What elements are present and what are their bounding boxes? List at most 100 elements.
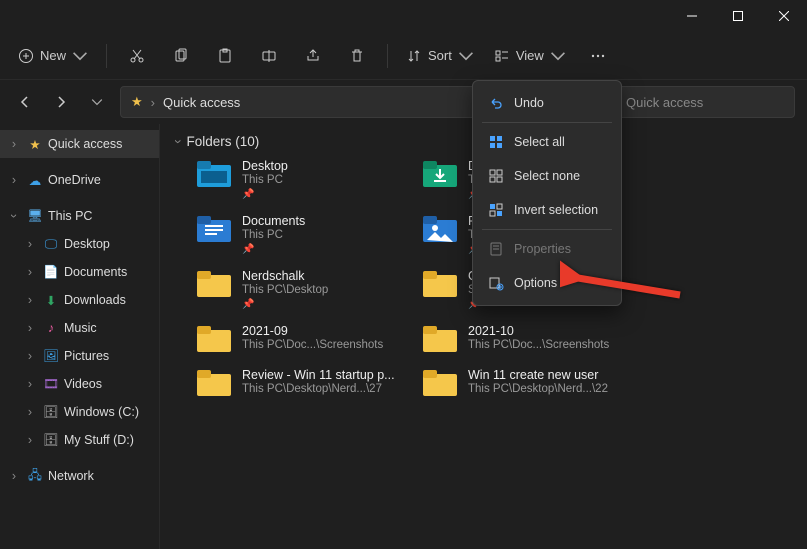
sidebar-item-pictures[interactable]: ›🖼Pictures [0,342,159,370]
sidebar-item-label: Pictures [64,349,109,363]
sidebar-item-documents[interactable]: ›📄Documents [0,258,159,286]
share-icon [305,48,321,64]
sidebar-item-videos[interactable]: ›🎞Videos [0,370,159,398]
folder-item[interactable]: NerdschalkThis PC\Desktop 📌 [196,269,406,310]
folder-item[interactable]: 2021-09This PC\Doc...\Screenshots [196,324,406,354]
invert-selection-icon [488,202,504,218]
select-all-icon [488,134,504,150]
toolbar: New Sort View [0,32,807,80]
chevron-down-icon [458,48,474,64]
folder-icon [422,269,458,299]
delete-button[interactable] [337,39,377,73]
pin-icon: 📌 [242,299,328,310]
chevron-down-icon [72,48,88,64]
options-icon [488,275,504,291]
minimize-button[interactable] [669,0,715,32]
ctx-label: Undo [514,96,544,110]
undo-icon [488,95,504,111]
chevron-down-icon: › [171,139,186,144]
sidebar-item-quick-access[interactable]: › ★ Quick access [0,130,159,158]
sidebar-item-network[interactable]: › 🖧 Network [0,462,159,490]
folder-icon [422,324,458,354]
ctx-select-none[interactable]: Select none [478,159,616,193]
section-title: Folders (10) [187,134,260,149]
folder-icon [422,159,458,189]
folder-icon [422,214,458,244]
sidebar-item-label: Quick access [48,137,122,151]
new-button[interactable]: New [10,39,96,73]
folder-name: Review - Win 11 startup p... [242,368,395,382]
recent-dropdown[interactable] [84,89,110,115]
sidebar-item-label: Desktop [64,237,110,251]
sidebar-item-mystuff-d[interactable]: ›🗄My Stuff (D:) [0,426,159,454]
sidebar-item-label: Downloads [64,293,126,307]
folder-sub: This PC\Desktop\Nerd...\22 [468,383,608,395]
folder-item[interactable]: DesktopThis PC📌 [196,159,406,200]
folder-item[interactable]: 2021-10This PC\Doc...\Screenshots [422,324,632,354]
ellipsis-icon [590,48,606,64]
ctx-label: Select none [514,169,580,183]
folder-item[interactable]: Review - Win 11 startup p...This PC\Desk… [196,368,406,398]
sidebar-item-desktop[interactable]: ›🖵Desktop [0,230,159,258]
sidebar-item-downloads[interactable]: ›⬇Downloads [0,286,159,314]
select-none-icon [488,168,504,184]
properties-icon [488,241,504,257]
sidebar-item-windows-c[interactable]: ›🗄Windows (C:) [0,398,159,426]
folder-sub: This PC\Desktop [242,284,328,296]
ctx-undo[interactable]: Undo [478,86,616,120]
maximize-button[interactable] [715,0,761,32]
back-button[interactable] [12,89,38,115]
window-titlebar [0,0,807,32]
main-split: › ★ Quick access › ☁ OneDrive › 🖥 This P… [0,124,807,549]
folder-name: Nerdschalk [242,269,328,283]
separator [387,44,388,68]
navigation-row: ★ › Quick access Quick access [0,80,807,124]
star-icon: ★ [26,137,44,152]
search-input[interactable]: Quick access [615,86,795,118]
more-button[interactable] [578,39,618,73]
copy-icon [173,48,189,64]
view-icon [494,48,510,64]
paste-button[interactable] [205,39,245,73]
view-label: View [516,48,544,63]
sidebar: › ★ Quick access › ☁ OneDrive › 🖥 This P… [0,124,160,549]
folder-sub: This PC [242,174,288,186]
ctx-label: Options [514,276,557,290]
ctx-label: Invert selection [514,203,598,217]
folder-item[interactable]: Win 11 create new userThis PC\Desktop\Ne… [422,368,632,398]
folder-item[interactable]: DocumentsThis PC📌 [196,214,406,255]
rename-button[interactable] [249,39,289,73]
close-button[interactable] [761,0,807,32]
breadcrumb-chevron: › [151,95,155,110]
network-icon: 🖧 [26,466,44,487]
chevron-right-icon: › [6,469,22,483]
view-button[interactable]: View [486,39,574,73]
sidebar-item-onedrive[interactable]: › ☁ OneDrive [0,166,159,194]
folder-icon [422,368,458,398]
trash-icon [349,48,365,64]
folder-name: 2021-09 [242,324,383,338]
search-placeholder: Quick access [626,95,703,110]
sidebar-item-music[interactable]: ›♪Music [0,314,159,342]
monitor-icon: 🖥 [26,209,44,224]
sidebar-item-this-pc[interactable]: › 🖥 This PC [0,202,159,230]
sort-label: Sort [428,48,452,63]
forward-button[interactable] [48,89,74,115]
folder-icon [196,214,232,244]
copy-button[interactable] [161,39,201,73]
folder-icon [196,368,232,398]
ctx-select-all[interactable]: Select all [478,125,616,159]
cloud-icon: ☁ [26,173,44,188]
folder-name: Win 11 create new user [468,368,608,382]
cut-button[interactable] [117,39,157,73]
chevron-down-icon: › [7,208,21,224]
share-button[interactable] [293,39,333,73]
plus-circle-icon [18,48,34,64]
paste-icon [217,48,233,64]
sidebar-item-label: My Stuff (D:) [64,433,134,447]
ctx-invert-selection[interactable]: Invert selection [478,193,616,227]
sidebar-item-label: Music [64,321,97,335]
sidebar-item-label: Windows (C:) [64,405,139,419]
sort-button[interactable]: Sort [398,39,482,73]
folder-name: Documents [242,214,305,228]
